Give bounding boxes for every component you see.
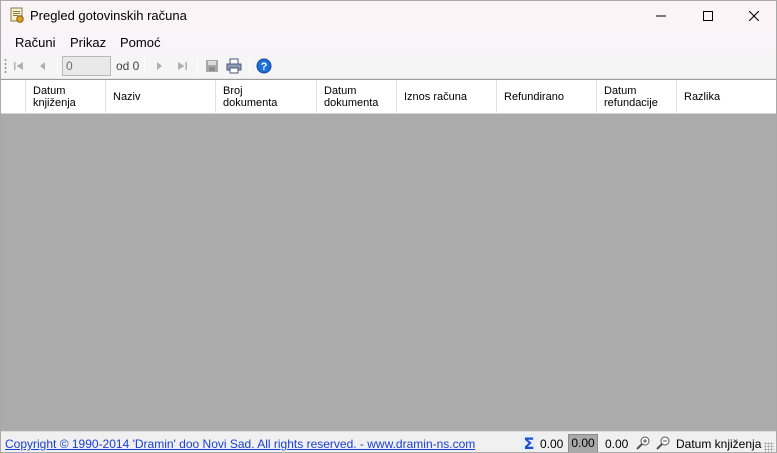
svg-text:?: ? (261, 61, 268, 73)
status-bar: Copyright © 1990-2014 'Dramin' doo Novi … (1, 431, 776, 452)
column-header-datum-refundacije[interactable]: Datum refundacije (597, 80, 677, 114)
row-header-corner[interactable] (1, 80, 26, 114)
maximize-button[interactable] (685, 1, 731, 31)
move-first-icon (14, 62, 23, 70)
close-icon (749, 11, 759, 21)
column-header-iznos-racuna[interactable]: Iznos računa (397, 80, 497, 114)
menu-bar: Računi Prikaz Pomoć (1, 31, 776, 53)
toolbar-separator (57, 58, 58, 74)
column-header-datum-dokumenta[interactable]: Datum dokumenta (317, 80, 397, 114)
sum-difference-value: 0.00 (605, 437, 629, 451)
resize-grip[interactable] (764, 442, 774, 452)
move-next-icon (157, 62, 162, 70)
column-header-naziv[interactable]: Naziv (106, 80, 216, 114)
toolbar-grip[interactable] (4, 58, 7, 74)
help-icon: ? (256, 58, 272, 74)
title-bar[interactable]: Pregled gotovinskih računa (1, 1, 776, 31)
record-count-label: od 0 (116, 59, 140, 73)
menu-pomoc[interactable]: Pomoć (120, 35, 160, 50)
move-next-button[interactable] (150, 57, 168, 75)
minimize-icon (656, 15, 666, 17)
move-previous-button[interactable] (34, 57, 52, 75)
sum-icon[interactable]: Σ (521, 434, 537, 452)
help-button[interactable]: ? (255, 57, 273, 75)
grid-header-row: Datum knjiženja Naziv Broj dokumenta Dat… (1, 80, 776, 114)
window-title: Pregled gotovinskih računa (30, 8, 187, 23)
column-header-razlika[interactable]: Razlika (677, 80, 776, 114)
toolbar-separator (197, 58, 198, 74)
sort-column-label: Datum knjiženja (676, 437, 762, 451)
menu-racuni[interactable]: Računi (15, 35, 55, 50)
toolbar-separator (249, 58, 250, 74)
app-invoice-icon[interactable] (9, 7, 25, 23)
print-button[interactable] (225, 57, 243, 75)
move-first-button[interactable] (10, 57, 28, 75)
save-button[interactable] (203, 57, 221, 75)
svg-text:Σ: Σ (524, 434, 535, 452)
copyright-link[interactable]: Copyright © 1990-2014 'Dramin' doo Novi … (5, 437, 475, 451)
close-button[interactable] (731, 1, 776, 31)
column-header-broj-dokumenta[interactable]: Broj dokumenta (216, 80, 317, 114)
column-header-datum-knjizenja[interactable]: Datum knjiženja (26, 80, 106, 114)
zoom-out-icon[interactable] (655, 435, 671, 451)
zoom-in-icon[interactable] (635, 435, 651, 451)
move-previous-icon (40, 62, 45, 70)
sum-value: 0.00 (540, 437, 564, 451)
maximize-icon (703, 11, 713, 21)
minimize-button[interactable] (638, 1, 684, 31)
column-header-refundirano[interactable]: Refundirano (497, 80, 597, 114)
position-input[interactable] (62, 56, 111, 76)
move-last-button[interactable] (173, 57, 191, 75)
navigation-toolbar: od 0 ? (1, 53, 776, 79)
data-grid[interactable]: Datum knjiženja Naziv Broj dokumenta Dat… (1, 79, 776, 431)
print-icon (226, 58, 242, 74)
toolbar-separator (144, 58, 145, 74)
sum-selected-value: 0.00 (568, 434, 598, 452)
save-icon (206, 60, 218, 72)
main-window: Pregled gotovinskih računa Računi Prikaz… (0, 0, 777, 453)
move-last-icon (178, 62, 187, 70)
menu-prikaz[interactable]: Prikaz (70, 35, 106, 50)
